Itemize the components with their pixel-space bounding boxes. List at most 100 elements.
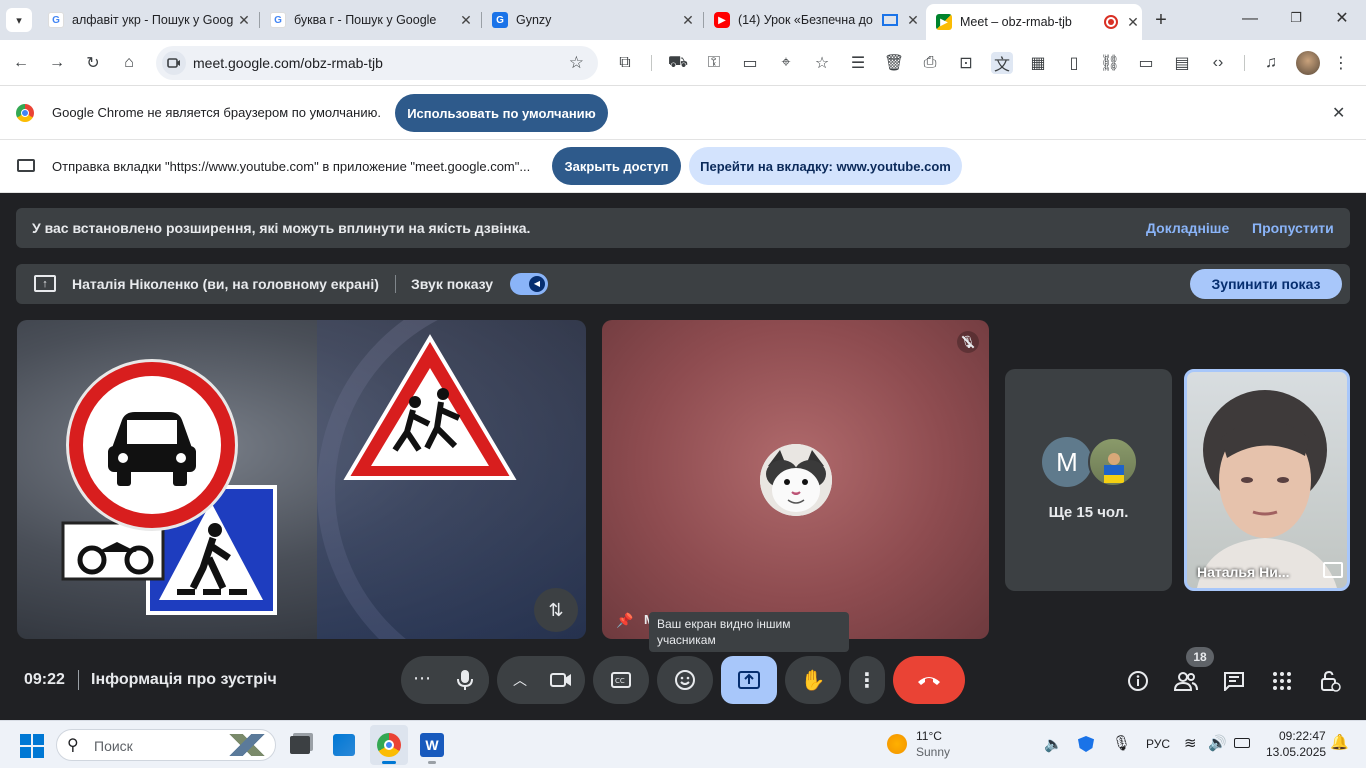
more-audio-options-icon[interactable]: ⋯ [413, 668, 431, 689]
table-icon[interactable]: ▤ [1171, 52, 1193, 74]
meeting-details-icon[interactable] [1125, 668, 1151, 694]
mountains-image [225, 734, 269, 756]
clock-date[interactable]: 13.05.2025 [1266, 745, 1326, 759]
chrome-taskbar-icon[interactable] [370, 725, 408, 765]
self-view-options-icon[interactable] [1323, 562, 1343, 578]
volume-icon[interactable]: 🔊 [1208, 734, 1227, 752]
translate-icon[interactable]: 文 [991, 52, 1013, 74]
reader-mode-icon[interactable]: ▯ [1063, 52, 1085, 74]
stop-sharing-button[interactable]: Закрыть доступ [552, 147, 681, 185]
end-call-icon [918, 677, 940, 685]
link-icon[interactable]: ⛓ [1099, 52, 1121, 74]
present-screen-button[interactable] [721, 656, 777, 704]
cast-icon[interactable]: ▭ [1135, 52, 1157, 74]
pin-icon[interactable]: 📌 [616, 612, 633, 629]
windows-start-icon[interactable] [20, 734, 44, 758]
tab-gynzy[interactable]: G Gynzy ✕ [482, 5, 697, 35]
clock-time[interactable]: 09:22:47 [1279, 729, 1326, 743]
close-tab-icon[interactable]: ✕ [1124, 14, 1142, 31]
presenter-name: Наталія Ніколенко (ви, на головному екра… [72, 276, 379, 292]
stop-presenting-button[interactable]: Зупинити показ [1190, 269, 1342, 299]
qr-code-icon[interactable]: ▦ [1027, 52, 1049, 74]
tab-title: Meet – obz-rmab-tjb [960, 15, 1072, 29]
close-tab-icon[interactable]: ✕ [679, 12, 697, 29]
address-bar[interactable]: meet.google.com/obz-rmab-tjb ☆ [156, 46, 598, 80]
close-tab-icon[interactable]: ✕ [235, 12, 253, 29]
learn-more-link[interactable]: Докладніше [1146, 220, 1229, 236]
leave-call-button[interactable] [893, 656, 965, 704]
microphone-tray-icon[interactable]: 🎙 [1112, 734, 1131, 752]
close-infobar-icon[interactable]: ✕ [1332, 103, 1345, 123]
menu-kebab-icon[interactable]: ⋮ [1330, 52, 1352, 74]
delete-icon[interactable]: 🗑 [883, 52, 905, 74]
tab-youtube[interactable]: ▶ (14) Урок «Безпечна до ✕ [704, 5, 922, 35]
key-icon[interactable]: ⚿ [703, 52, 725, 74]
back-icon[interactable]: ← [10, 52, 32, 74]
task-view-icon[interactable] [290, 736, 310, 754]
host-controls-icon[interactable] [1317, 668, 1343, 694]
screenshot-icon[interactable]: ⊡ [955, 52, 977, 74]
media-control-icon[interactable]: ♫ [1260, 52, 1282, 74]
switch-to-tab-button[interactable]: Перейти на вкладку: www.youtube.com [689, 147, 962, 185]
wifi-icon[interactable]: ≋ [1184, 734, 1197, 752]
store-icon[interactable] [333, 734, 355, 756]
close-window-button[interactable]: ✕ [1330, 8, 1354, 30]
swap-tiles-button[interactable]: ⇅ [534, 588, 578, 632]
more-participants-tile[interactable]: M Ще 15 чол. [1005, 369, 1172, 591]
profile-avatar[interactable] [1296, 51, 1320, 75]
sound-toggle[interactable]: ◀ [510, 273, 548, 295]
weather-description[interactable]: Sunny [916, 745, 950, 759]
restore-button[interactable]: ❐ [1284, 10, 1308, 30]
car-icon[interactable]: ⛟ [667, 52, 689, 74]
taskbar-search-box[interactable]: ⚲ Поиск [56, 729, 276, 761]
emoji-icon [675, 670, 695, 690]
meeting-info-label[interactable]: Інформація про зустріч [91, 671, 277, 689]
chat-icon[interactable] [1221, 668, 1247, 694]
location-icon[interactable]: ⌖ [775, 52, 797, 74]
set-default-button[interactable]: Использовать по умолчанию [395, 94, 608, 132]
reactions-button[interactable] [657, 656, 713, 704]
reading-list-icon[interactable]: ☰ [847, 52, 869, 74]
tab-meet[interactable]: ▶ Meet – obz-rmab-tjb ✕ [926, 4, 1142, 40]
warning-text: У вас встановлено розширення, які можуть… [32, 220, 531, 236]
close-tab-icon[interactable]: ✕ [904, 12, 922, 29]
battery-icon[interactable] [1234, 738, 1250, 748]
word-icon[interactable]: W [420, 733, 444, 757]
people-icon[interactable] [1173, 668, 1199, 694]
more-options-button[interactable]: ⋮ [849, 656, 885, 704]
forward-icon[interactable]: → [46, 52, 68, 74]
site-info-icon[interactable] [162, 51, 186, 75]
extensions-icon[interactable]: ⧉ [614, 52, 636, 74]
print-icon[interactable]: ⎙ [919, 52, 941, 74]
reload-icon[interactable]: ↻ [82, 52, 104, 74]
favorite-icon[interactable]: ☆ [811, 52, 833, 74]
tab-search-button[interactable]: ▾ [6, 8, 32, 32]
participant-avatar [760, 444, 832, 516]
video-options-chevron-icon[interactable]: ︿ [513, 670, 527, 690]
tab-google-letter[interactable]: G буква г - Пошук у Google ✕ [260, 5, 475, 35]
weather-icon [887, 734, 907, 754]
camera-button[interactable] [537, 656, 585, 704]
weather-temperature[interactable]: 11°C [916, 729, 942, 743]
devtools-icon[interactable]: ‹› [1207, 52, 1229, 74]
search-icon: ⚲ [67, 737, 79, 754]
notifications-bell-icon[interactable]: 🔔 [1330, 733, 1349, 751]
defender-icon[interactable] [1078, 736, 1094, 752]
close-tab-icon[interactable]: ✕ [457, 12, 475, 29]
meet-call-area: У вас встановлено розширення, які можуть… [0, 193, 1366, 720]
minimize-button[interactable]: — [1238, 10, 1262, 30]
card-icon[interactable]: ▭ [739, 52, 761, 74]
speaker-muted-icon[interactable]: 🔈 [1044, 735, 1063, 753]
raise-hand-button[interactable]: ✋ [785, 656, 841, 704]
tab-google-alphabet[interactable]: G алфавіт укр - Пошук у Goog ✕ [38, 5, 253, 35]
skip-link[interactable]: Пропустити [1252, 220, 1334, 236]
new-tab-button[interactable]: + [1150, 9, 1172, 31]
microphone-button[interactable] [441, 656, 489, 704]
home-icon[interactable]: ⌂ [118, 52, 140, 74]
activities-icon[interactable] [1269, 668, 1295, 694]
bookmark-star-icon[interactable]: ☆ [569, 53, 584, 73]
traffic-signs-image [61, 334, 517, 615]
captions-button[interactable]: CC [593, 656, 649, 704]
google-icon: G [270, 12, 286, 28]
language-indicator[interactable]: РУС [1146, 737, 1170, 751]
